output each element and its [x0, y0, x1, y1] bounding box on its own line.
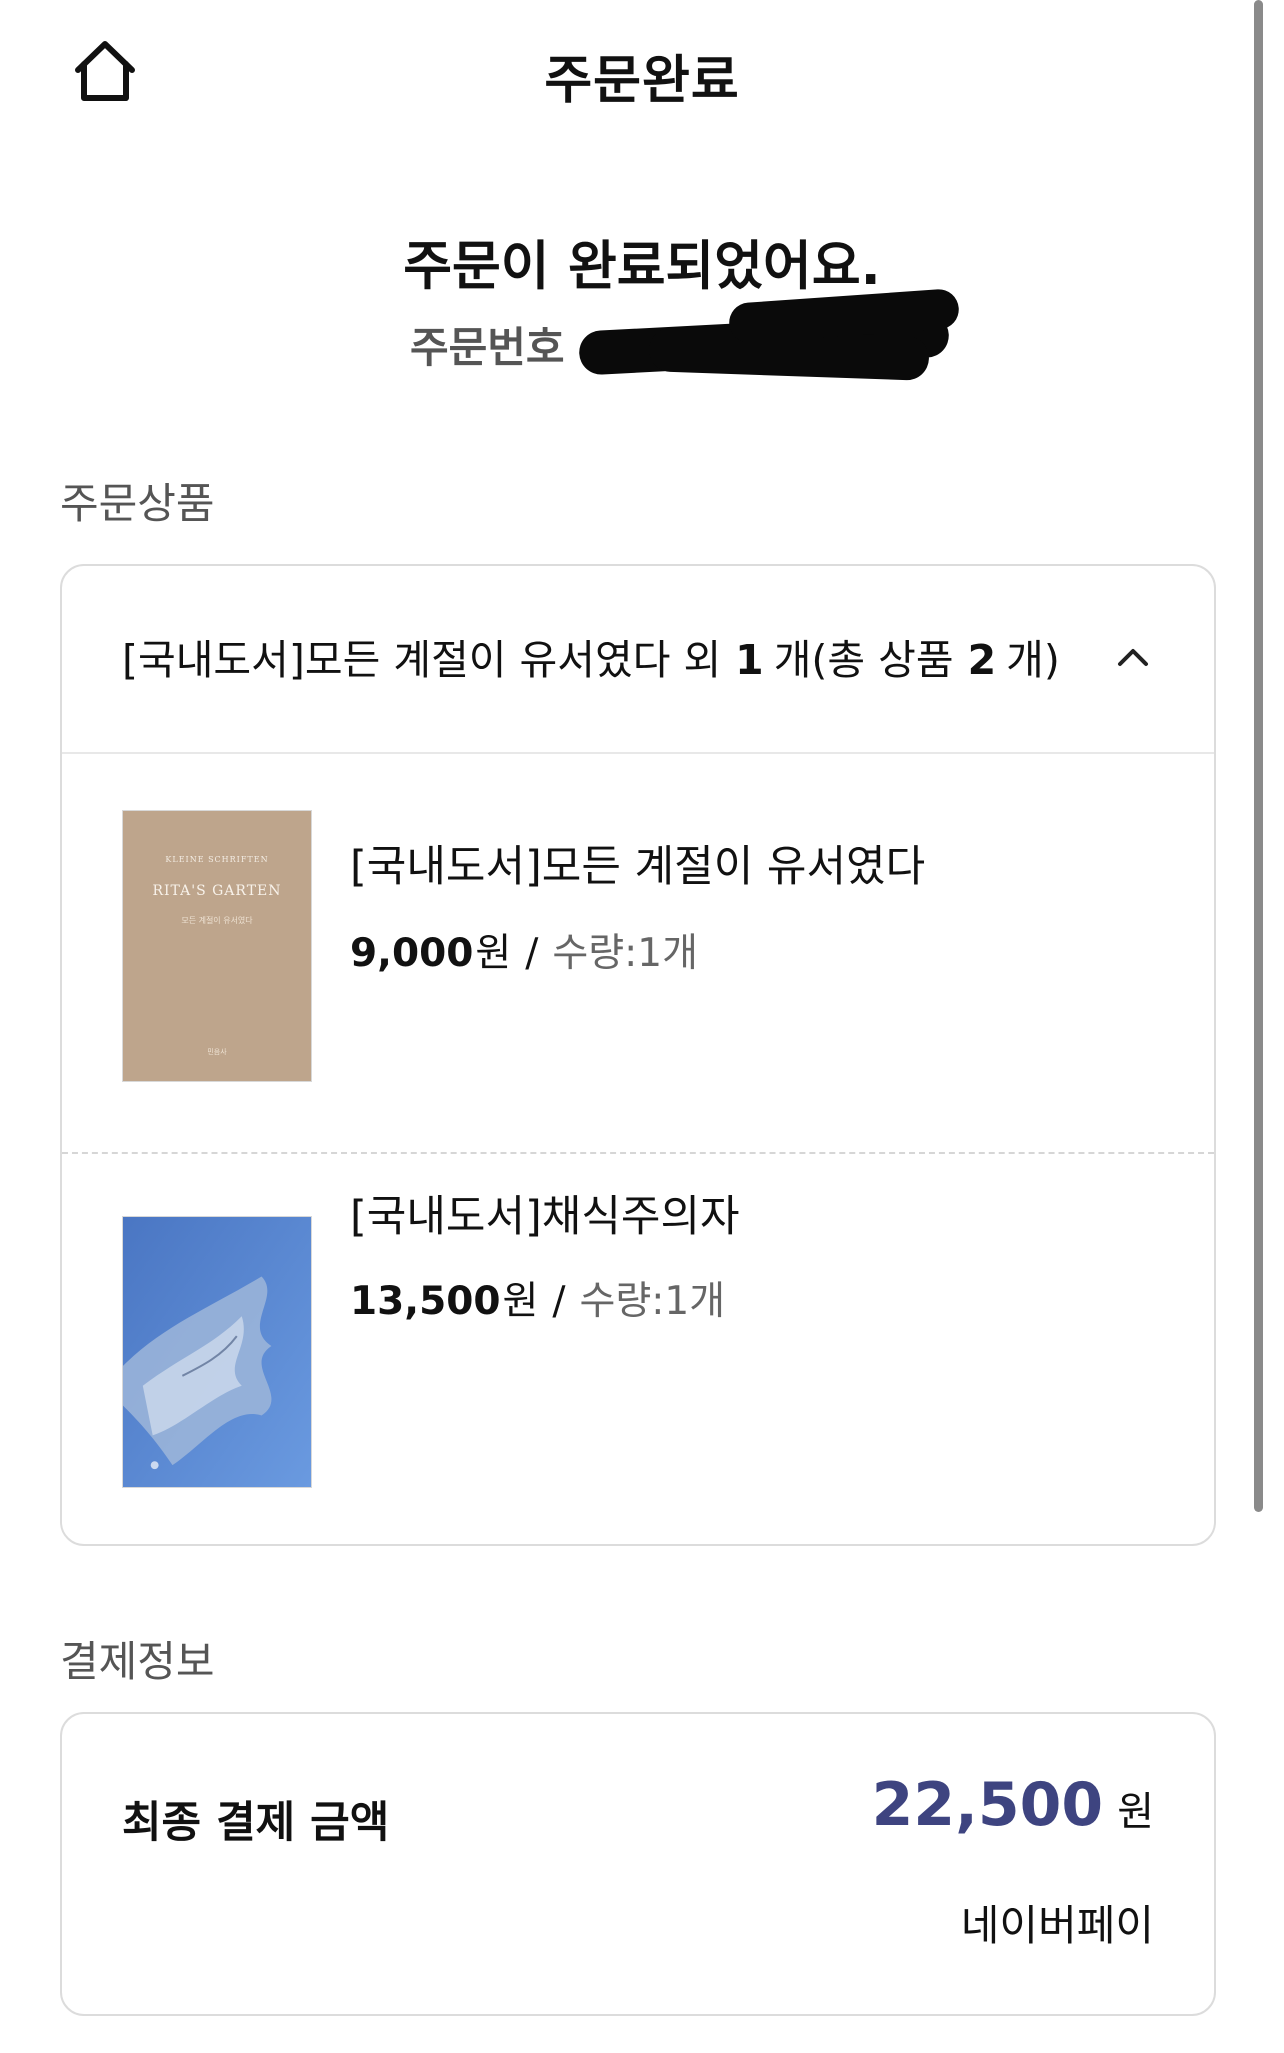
- summary-total-count: 2: [967, 636, 997, 684]
- item-price-row: 9,000 원 / 수량:1개: [350, 922, 698, 978]
- order-item: KLEINE SCHRIFTEN RITA'S GARTEN 모든 계절이 유서…: [62, 754, 1214, 1154]
- summary-mid: 개(총 상품: [773, 636, 954, 684]
- book-cover-image[interactable]: KLEINE SCHRIFTEN RITA'S GARTEN 모든 계절이 유서…: [122, 810, 312, 1082]
- final-amount-label: 최종 결제 금액: [122, 1798, 390, 1848]
- item-quantity: 수량:1개: [552, 931, 698, 976]
- item-name[interactable]: [국내도서]채식주의자: [350, 1182, 740, 1244]
- cover-subtitle-text: 모든 계절이 유서였다: [181, 916, 253, 925]
- summary-suffix: 개): [1006, 636, 1060, 684]
- final-amount-unit: 원: [1117, 1789, 1154, 1835]
- final-amount-row: 22,500 원: [872, 1770, 1154, 1840]
- order-products-heading: 주문상품: [60, 479, 215, 528]
- separator: /: [552, 1279, 566, 1324]
- payment-info-card: 최종 결제 금액 22,500 원 네이버페이: [60, 1712, 1216, 2016]
- item-quantity: 수량:1개: [579, 1279, 726, 1324]
- chevron-up-icon[interactable]: [1108, 632, 1158, 682]
- order-summary-text: [국내도서]모든 계절이 유서였다 외 1 개(총 상품 2 개): [122, 626, 1060, 686]
- order-complete-page: 주문완료 주문이 완료되었어요. 주문번호 주문상품 [국내도서]모든 계절이 …: [0, 0, 1284, 2053]
- order-number-row: 주문번호: [410, 288, 960, 381]
- order-summary-toggle[interactable]: [국내도서]모든 계절이 유서였다 외 1 개(총 상품 2 개): [62, 566, 1214, 754]
- item-price-row: 13,500 원 / 수량:1개: [350, 1270, 725, 1326]
- page-title: 주문완료: [544, 51, 740, 111]
- separator: /: [525, 931, 539, 976]
- item-price: 13,500: [350, 1279, 501, 1324]
- top-bar: 주문완료: [0, 0, 1284, 150]
- cover-publisher-text: 민음사: [207, 1048, 227, 1056]
- summary-extra-count: 1: [735, 636, 764, 684]
- payment-method: 네이버페이: [960, 1901, 1154, 1950]
- item-name[interactable]: [국내도서]모든 계절이 유서였다: [350, 832, 925, 894]
- payment-info-heading: 결제정보: [60, 1637, 215, 1686]
- item-price: 9,000: [350, 931, 474, 976]
- final-amount-value: 22,500: [871, 1770, 1104, 1840]
- summary-prefix: [국내도서]모든 계절이 유서였다 외: [122, 636, 722, 684]
- order-complete-message: 주문이 완료되었어요.: [403, 236, 881, 297]
- order-number-redacted: [577, 288, 960, 381]
- currency-label: 원: [475, 931, 512, 976]
- cover-title-text: RITA'S GARTEN: [152, 883, 282, 899]
- cover-series-text: KLEINE SCHRIFTEN: [165, 855, 269, 864]
- order-item: [국내도서]채식주의자 13,500 원 / 수량:1개: [62, 1156, 1214, 1556]
- book-cover-image[interactable]: [122, 1216, 312, 1488]
- order-products-card: [국내도서]모든 계절이 유서였다 외 1 개(총 상품 2 개) KLEINE SCH…: [60, 564, 1216, 1546]
- currency-label: 원: [502, 1279, 539, 1324]
- order-number-label: 주문번호: [410, 322, 565, 372]
